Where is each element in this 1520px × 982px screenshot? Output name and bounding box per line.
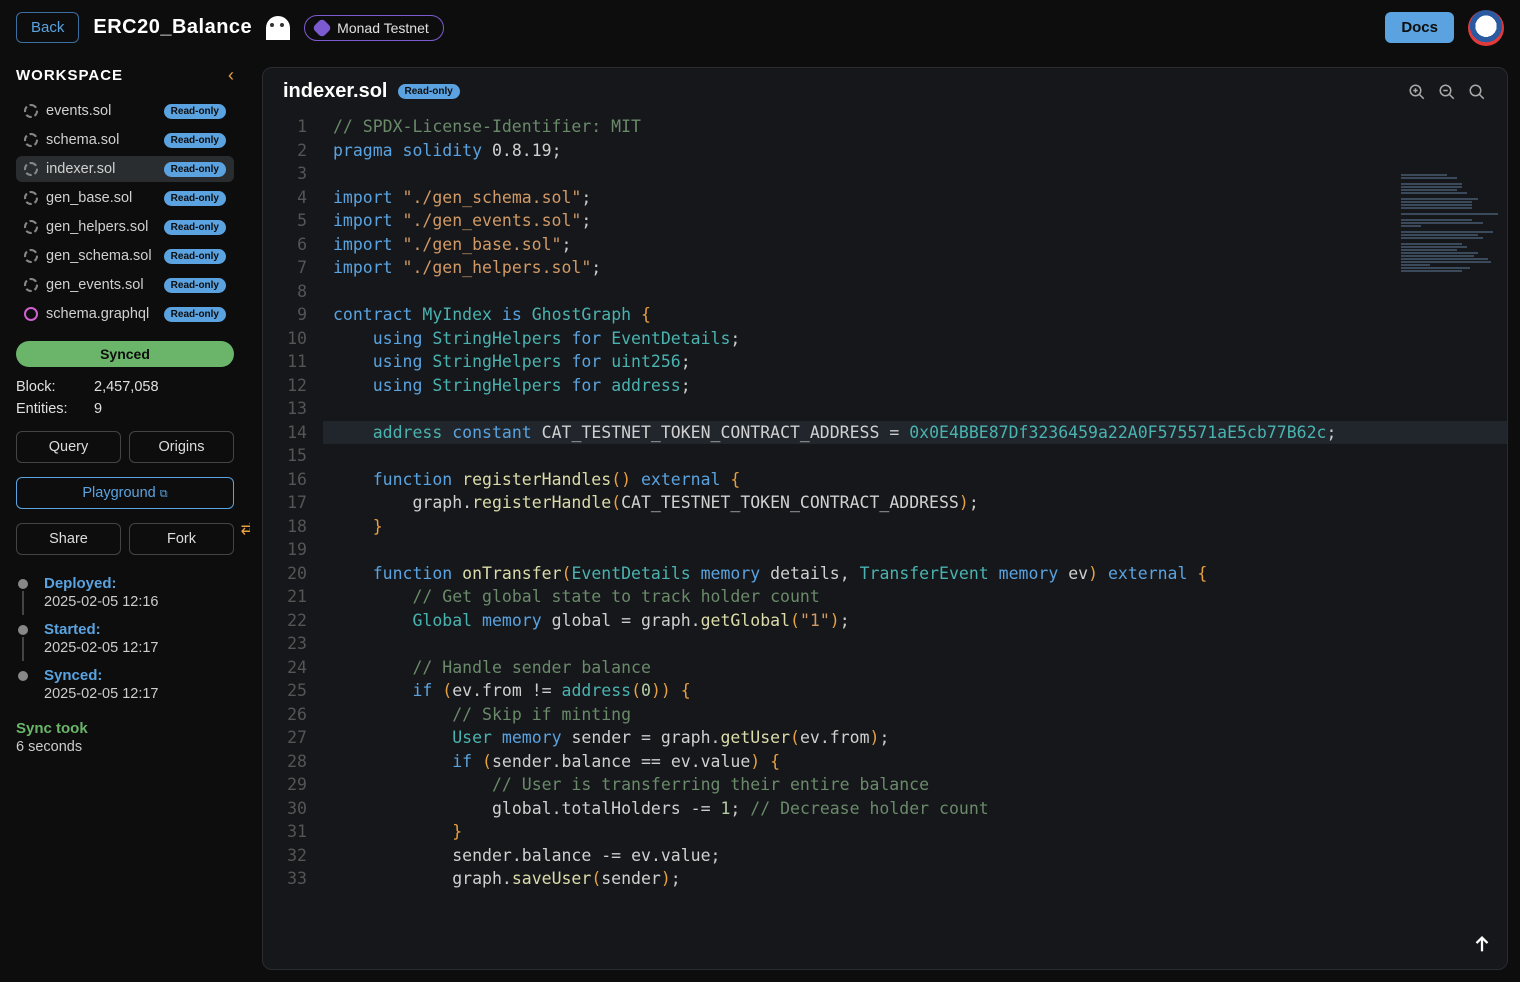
line-gutter: 1234567891011121314151617181920212223242… xyxy=(263,115,323,969)
docs-button[interactable]: Docs xyxy=(1385,12,1454,43)
timeline-item: Started: 2025-02-05 12:17 xyxy=(16,621,234,663)
network-badge[interactable]: Monad Testnet xyxy=(304,15,444,41)
query-button[interactable]: Query xyxy=(16,431,121,463)
file-name: gen_schema.sol xyxy=(46,248,156,264)
app-title: ERC20_Balance xyxy=(93,16,252,39)
sync-took-value: 6 seconds xyxy=(16,739,234,755)
file-item[interactable]: gen_events.sol Read-only xyxy=(16,272,234,298)
file-name: schema.graphql xyxy=(46,306,156,322)
timeline-title: Deployed: xyxy=(44,575,234,592)
file-name: gen_helpers.sol xyxy=(46,219,156,235)
minimap[interactable] xyxy=(1397,170,1507,310)
readonly-badge: Read-only xyxy=(164,133,226,148)
network-icon xyxy=(312,18,332,38)
sidebar: WORKSPACE ‹ events.solRead-onlyschema.so… xyxy=(0,55,250,982)
timeline-item: Deployed: 2025-02-05 12:16 xyxy=(16,575,234,617)
solidity-icon xyxy=(24,191,38,205)
file-item[interactable]: schema.sol Read-only xyxy=(16,127,234,153)
share-button[interactable]: Share xyxy=(16,523,121,555)
solidity-icon xyxy=(24,249,38,263)
file-item[interactable]: gen_schema.sol Read-only xyxy=(16,243,234,269)
timeline-dot-icon xyxy=(18,671,28,681)
timeline-title: Started: xyxy=(44,621,234,638)
resize-handle[interactable]: ⇄ xyxy=(241,519,250,539)
avatar[interactable] xyxy=(1468,10,1504,46)
back-button[interactable]: Back xyxy=(16,12,79,43)
scroll-to-top-button[interactable] xyxy=(1468,930,1496,958)
readonly-badge: Read-only xyxy=(164,278,226,293)
timeline-date: 2025-02-05 12:17 xyxy=(44,686,234,702)
file-name: gen_events.sol xyxy=(46,277,156,293)
collapse-sidebar-icon[interactable]: ‹ xyxy=(228,65,234,86)
file-name: events.sol xyxy=(46,103,156,119)
readonly-badge: Read-only xyxy=(164,191,226,206)
file-item[interactable]: gen_helpers.sol Read-only xyxy=(16,214,234,240)
fork-button[interactable]: Fork xyxy=(129,523,234,555)
block-value: 2,457,058 xyxy=(94,379,159,395)
solidity-icon xyxy=(24,162,38,176)
topbar: Back ERC20_Balance Monad Testnet Docs xyxy=(0,0,1520,55)
entities-value: 9 xyxy=(94,401,102,417)
workspace-title: WORKSPACE xyxy=(16,67,123,84)
readonly-badge: Read-only xyxy=(164,162,226,177)
editor: indexer.sol Read-only 123456789101112131… xyxy=(262,67,1508,970)
timeline-dot-icon xyxy=(18,625,28,635)
sync-took-label: Sync took xyxy=(16,720,234,737)
solidity-icon xyxy=(24,220,38,234)
sync-status-pill: Synced xyxy=(16,341,234,367)
code-content[interactable]: // SPDX-License-Identifier: MITpragma so… xyxy=(323,115,1507,969)
file-item[interactable]: schema.graphql Read-only xyxy=(16,301,234,327)
file-name: indexer.sol xyxy=(46,161,156,177)
file-item[interactable]: indexer.sol Read-only xyxy=(16,156,234,182)
playground-button[interactable]: Playground⧉ xyxy=(16,477,234,509)
solidity-icon xyxy=(24,104,38,118)
file-name: schema.sol xyxy=(46,132,156,148)
zoom-in-icon[interactable] xyxy=(1407,82,1427,102)
solidity-icon xyxy=(24,133,38,147)
editor-readonly-badge: Read-only xyxy=(398,84,460,99)
timeline-date: 2025-02-05 12:16 xyxy=(44,594,234,610)
readonly-badge: Read-only xyxy=(164,249,226,264)
search-icon[interactable] xyxy=(1467,82,1487,102)
file-item[interactable]: gen_base.sol Read-only xyxy=(16,185,234,211)
readonly-badge: Read-only xyxy=(164,104,226,119)
entities-label: Entities: xyxy=(16,401,76,417)
timeline-title: Synced: xyxy=(44,667,234,684)
graphql-icon xyxy=(24,307,38,321)
solidity-icon xyxy=(24,278,38,292)
file-name: gen_base.sol xyxy=(46,190,156,206)
network-label: Monad Testnet xyxy=(337,20,429,36)
readonly-badge: Read-only xyxy=(164,220,226,235)
file-item[interactable]: events.sol Read-only xyxy=(16,98,234,124)
ghost-icon xyxy=(266,16,290,40)
origins-button[interactable]: Origins xyxy=(129,431,234,463)
zoom-out-icon[interactable] xyxy=(1437,82,1457,102)
block-label: Block: xyxy=(16,379,76,395)
readonly-badge: Read-only xyxy=(164,307,226,322)
timeline-item: Synced: 2025-02-05 12:17 xyxy=(16,667,234,702)
external-link-icon: ⧉ xyxy=(160,488,168,500)
editor-filename: indexer.sol xyxy=(283,80,388,103)
timeline-date: 2025-02-05 12:17 xyxy=(44,640,234,656)
timeline-dot-icon xyxy=(18,579,28,589)
